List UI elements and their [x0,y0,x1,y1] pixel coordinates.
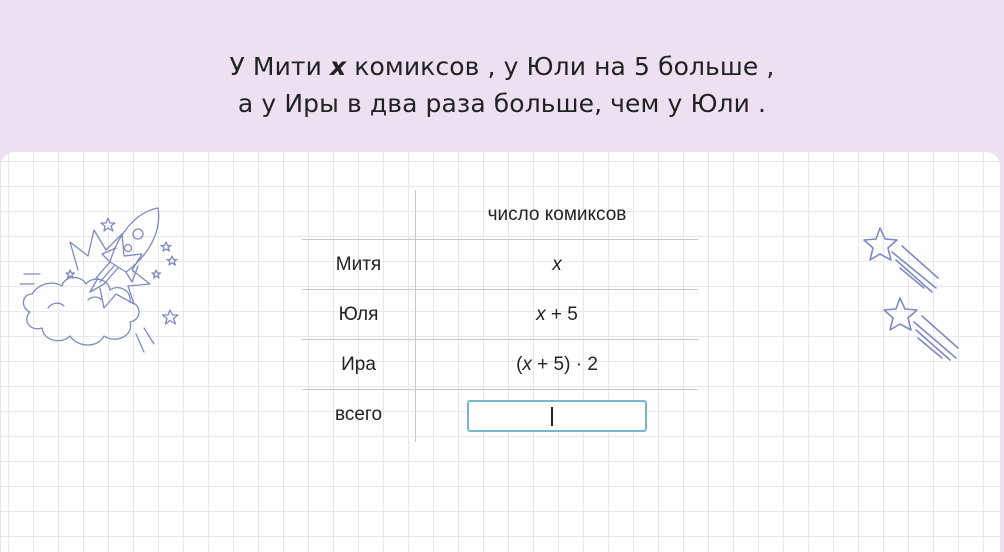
table-row: Ира (x + 5) · 2 [302,340,698,390]
problem-line-2: а у Иры в два раза больше, чем у Юли . [237,89,767,118]
table-header-row: число комиксов [302,190,698,240]
total-answer-field[interactable] [469,402,645,430]
text-caret [551,407,553,426]
row-label-yulya: Юля [338,304,379,325]
table-row: Юля x + 5 [302,290,698,340]
problem-statement: У Мити x комиксов , у Юли на 5 больше , … [0,0,1004,152]
problem-line-1: У Мити x комиксов , у Юли на 5 больше , [229,52,775,81]
expression-ira: (x + 5) · 2 [516,354,598,375]
variable-x: x [330,52,347,81]
row-label-ira: Ира [341,354,376,375]
rocket-cloud-doodle-icon [19,207,179,353]
expression-yulya: x + 5 [536,304,578,325]
expression-mitya: x [552,254,562,275]
table-row: Митя x [302,240,698,290]
column-header-comics-count: число комиксов [487,204,627,225]
row-label-mitya: Митя [335,254,382,275]
shooting-stars-icon [863,227,959,361]
row-label-total: всего [334,404,383,425]
total-answer-input[interactable] [467,400,647,432]
